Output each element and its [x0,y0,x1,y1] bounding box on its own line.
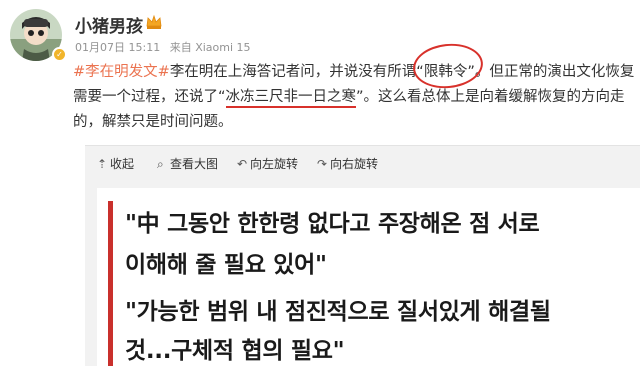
post-date[interactable]: 01月07日 15:11 [75,41,160,54]
rotate-left-button[interactable]: ↶ 向左旋转 [237,155,298,172]
post-meta: 01月07日 15:11 来自 Xiaomi 15 [75,39,257,55]
verified-badge-icon: ✓ [52,47,67,62]
quote-2-line-2: 것...구체적 협의 필요" [125,338,345,364]
rotate-right-button[interactable]: ↷ 向右旋转 [317,155,378,172]
search-icon: ⌕ [157,157,164,171]
collapse-button[interactable]: ⇡ 收起 [97,155,134,172]
post-line-2: 需要一个过程，还说了“冰冻三尺非一日之寒”。这么看总体上是向着缓解恢复的方向走 [73,85,640,110]
post-text: #李在明发文#李在明在上海答记者问，并说没有所谓“限韩令”。但正常的演出文化恢复… [73,60,640,135]
rotate-left-icon: ↶ [237,157,248,171]
view-large-button[interactable]: ⌕ 查看大图 [157,155,218,172]
quote-1-line-1: "中 그동안 한한령 없다고 주장해온 점 서로 [125,211,540,237]
underlined-phrase: 冰冻三尺非一日之寒 [225,89,357,108]
post-line-3: 的，解禁只是时间问题。 [73,114,233,130]
hashtag-link[interactable]: #李在明发文# [73,64,170,80]
quote-accent-bar [108,201,113,366]
username[interactable]: 小猪男孩 [75,12,143,37]
post-source: 来自 Xiaomi 15 [169,41,251,54]
image-toolbar: ⇡ 收起 ⌕ 查看大图 ↶ 向左旋转 ↷ 向右旋转 [85,145,640,182]
quote-1-line-2: 이해해 줄 필요 있어" [125,252,327,278]
quote-2-line-1: "가능한 범위 내 점진적으로 질서있게 해결될 [125,299,551,325]
post-line-1: #李在明发文#李在明在上海答记者问，并说没有所谓“限韩令”。但正常的演出文化恢复 [73,64,635,80]
collapse-icon: ⇡ [97,157,108,171]
rotate-right-icon: ↷ [317,157,328,171]
crown-icon [145,13,163,31]
